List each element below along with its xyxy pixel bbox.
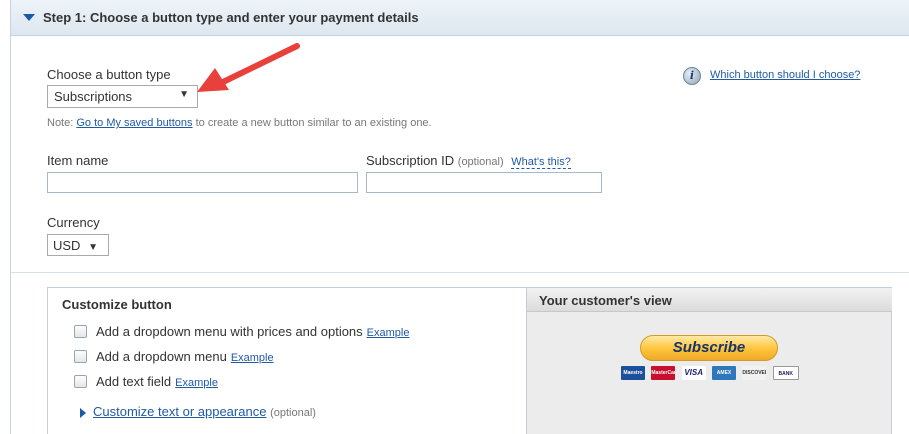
currency-select[interactable]: USD ▼ bbox=[47, 234, 109, 256]
amex-logo: AMEX bbox=[712, 366, 737, 380]
subscription-id-input[interactable] bbox=[366, 172, 602, 193]
card-logos: Maestro MasterCard VISA AMEX DISCOVER BA… bbox=[621, 366, 802, 380]
option-text-field: Add text field Example bbox=[74, 374, 218, 389]
example-link[interactable]: Example bbox=[175, 377, 218, 389]
item-name-input[interactable] bbox=[47, 172, 358, 193]
text-field-checkbox[interactable] bbox=[74, 375, 87, 388]
subscribe-button[interactable]: Subscribe bbox=[640, 335, 778, 361]
customize-options: Customize button Add a dropdown menu wit… bbox=[48, 288, 526, 434]
customize-text-expander: Customize text or appearance (optional) bbox=[93, 404, 316, 419]
saved-buttons-note: Note: Go to My saved buttons to create a… bbox=[47, 117, 432, 129]
preview-header: Your customer's view bbox=[527, 288, 892, 312]
subscription-id-label: Subscription ID bbox=[366, 153, 455, 168]
customer-view-preview: Your customer's view Subscribe Maestro M… bbox=[526, 288, 892, 434]
currency-selected-value: USD bbox=[53, 238, 81, 253]
example-link[interactable]: Example bbox=[231, 352, 274, 364]
saved-buttons-link[interactable]: Go to My saved buttons bbox=[76, 117, 192, 129]
info-icon[interactable]: i bbox=[683, 67, 701, 85]
example-link[interactable]: Example bbox=[367, 327, 410, 339]
bank-logo: BANK bbox=[772, 366, 799, 380]
option-dropdown-prices: Add a dropdown menu with prices and opti… bbox=[74, 324, 409, 339]
whats-this-link[interactable]: What's this? bbox=[511, 156, 571, 169]
option-label: Add a dropdown menu with prices and opti… bbox=[96, 324, 363, 339]
mastercard-logo: MasterCard bbox=[651, 366, 676, 380]
option-dropdown-menu: Add a dropdown menu Example bbox=[74, 349, 274, 364]
customize-text-link[interactable]: Customize text or appearance bbox=[93, 404, 266, 419]
red-arrow-annotation bbox=[197, 43, 300, 92]
step-header[interactable]: Step 1: Choose a button type and enter y… bbox=[11, 0, 909, 36]
section-divider bbox=[11, 272, 909, 273]
dropdown-caret-icon: ▼ bbox=[179, 89, 189, 100]
subscription-id-label-row: Subscription ID (optional) What's this? bbox=[366, 153, 571, 169]
note-suffix: to create a new button similar to an exi… bbox=[192, 117, 432, 129]
note-prefix: Note: bbox=[47, 117, 77, 129]
option-label: Add text field bbox=[96, 374, 172, 389]
option-label: Add a dropdown menu bbox=[96, 349, 227, 364]
payment-details-section: Step 1: Choose a button type and enter y… bbox=[10, 0, 909, 434]
dropdown-prices-checkbox[interactable] bbox=[74, 325, 87, 338]
discover-logo: DISCOVER bbox=[742, 366, 767, 380]
customize-title: Customize button bbox=[62, 297, 172, 312]
preview-title: Your customer's view bbox=[539, 293, 672, 308]
button-type-label: Choose a button type bbox=[47, 67, 171, 82]
currency-label: Currency bbox=[47, 215, 100, 230]
customize-text-optional: (optional) bbox=[270, 407, 316, 419]
dropdown-caret-icon: ▼ bbox=[88, 242, 98, 253]
step-title: Step 1: Choose a button type and enter y… bbox=[43, 10, 419, 25]
button-type-selected-value: Subscriptions bbox=[54, 89, 133, 104]
dropdown-menu-checkbox[interactable] bbox=[74, 350, 87, 363]
subscription-id-optional: (optional) bbox=[457, 156, 504, 168]
visa-logo: VISA bbox=[681, 366, 706, 380]
maestro-logo: Maestro bbox=[621, 366, 645, 380]
customize-panel: Customize button Add a dropdown menu wit… bbox=[47, 287, 892, 434]
triangle-down-icon[interactable] bbox=[23, 14, 35, 21]
button-type-select[interactable]: Subscriptions ▼ bbox=[47, 85, 198, 108]
which-button-link[interactable]: Which button should I choose? bbox=[710, 69, 860, 81]
triangle-right-icon[interactable] bbox=[80, 408, 86, 418]
item-name-label: Item name bbox=[47, 153, 109, 168]
